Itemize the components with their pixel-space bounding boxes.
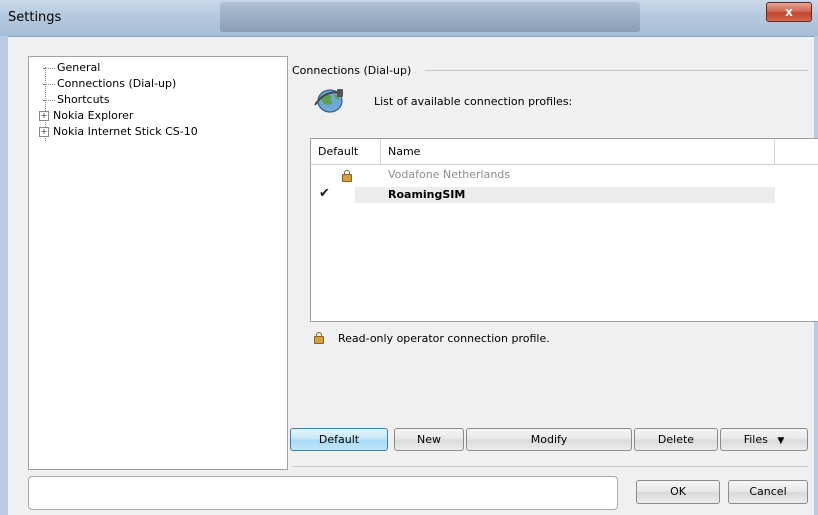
- ok-button[interactable]: OK: [636, 480, 720, 504]
- tree-item-label: Connections (Dial-up): [57, 77, 177, 90]
- files-label: Files: [743, 433, 768, 446]
- title-bar-glass: [220, 2, 640, 32]
- tree-item-nokia-explorer[interactable]: + Nokia Explorer: [39, 108, 133, 124]
- cancel-button[interactable]: Cancel: [728, 480, 808, 504]
- column-header-default[interactable]: Default: [311, 139, 381, 164]
- list-row-selected[interactable]: ✔ RoamingSIM: [311, 186, 818, 203]
- tree-connector-dot: [43, 99, 55, 101]
- list-caption: List of available connection profiles:: [374, 95, 573, 108]
- tree-item-general[interactable]: General: [43, 60, 100, 76]
- default-button[interactable]: Default: [290, 428, 388, 451]
- window-frame-left: [0, 36, 8, 515]
- globe-connection-icon: [314, 89, 344, 113]
- tree-item-nokia-internet-stick[interactable]: + Nokia Internet Stick CS-10: [39, 124, 198, 140]
- list-header: Default Name: [311, 139, 818, 165]
- tree-item-label: General: [57, 61, 101, 74]
- new-button[interactable]: New: [394, 428, 464, 451]
- lock-icon: [314, 332, 324, 344]
- tree-item-label: Nokia Explorer: [53, 109, 134, 122]
- window-title: Settings: [8, 10, 62, 25]
- modify-button[interactable]: Modify: [466, 428, 632, 451]
- close-icon: x: [785, 5, 793, 19]
- tree-item-shortcuts[interactable]: Shortcuts: [43, 92, 110, 108]
- profiles-list[interactable]: Default Name Vodafone Netherlands ✔ Roam…: [310, 138, 818, 322]
- tree-connector-dot: [43, 67, 55, 69]
- default-check-icon: ✔: [319, 186, 330, 201]
- delete-button[interactable]: Delete: [634, 428, 718, 451]
- group-title: Connections (Dial-up): [292, 64, 412, 77]
- title-bar: Settings x: [0, 0, 818, 37]
- expand-icon[interactable]: +: [39, 127, 49, 137]
- lock-icon: [342, 170, 352, 182]
- files-button[interactable]: Files ▼: [720, 428, 808, 451]
- tree-connector-dot: [43, 83, 55, 85]
- group-divider: [425, 70, 808, 71]
- tree-item-label: Nokia Internet Stick CS-10: [53, 125, 198, 138]
- read-only-note: Read-only operator connection profile.: [338, 332, 550, 345]
- list-row[interactable]: Vodafone Netherlands: [311, 167, 818, 183]
- tree-item-label: Shortcuts: [57, 93, 110, 106]
- status-field: [28, 476, 618, 510]
- button-divider: [292, 466, 808, 467]
- profile-name: RoamingSIM: [388, 188, 466, 201]
- tree-item-connections[interactable]: Connections (Dial-up): [43, 76, 176, 92]
- settings-tree[interactable]: General Connections (Dial-up) Shortcuts …: [28, 56, 288, 470]
- close-button[interactable]: x: [766, 2, 812, 22]
- dropdown-arrow-icon: ▼: [777, 436, 785, 446]
- profile-name: Vodafone Netherlands: [388, 168, 511, 181]
- expand-icon[interactable]: +: [39, 111, 49, 121]
- column-header-name[interactable]: Name: [381, 139, 775, 164]
